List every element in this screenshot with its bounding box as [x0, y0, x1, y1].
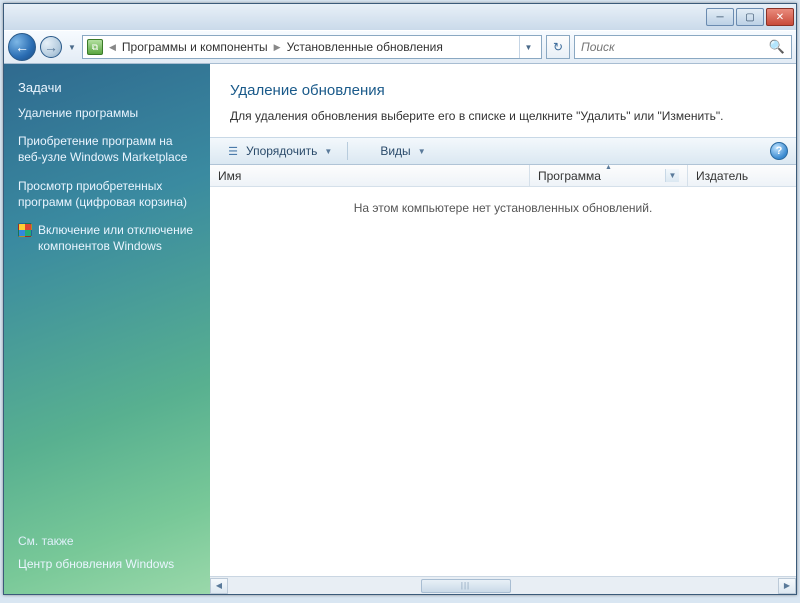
command-bar: Упорядочить ▼ Виды ▼ ? [210, 137, 796, 165]
scroll-track[interactable]: ||| [228, 578, 778, 594]
page-title: Удаление обновления [230, 82, 776, 99]
page-instruction: Для удаления обновления выберите его в с… [230, 109, 776, 123]
views-button[interactable]: Виды ▼ [356, 141, 432, 161]
column-header-name[interactable]: Имя [210, 165, 530, 186]
search-icon: 🔍 [769, 39, 785, 55]
control-panel-window: ─ ▢ ✕ ← → ▼ ⧉ ◀ Программы и компоненты ▶… [3, 3, 797, 595]
column-header-row: Имя ▲ Программа ▼ Издатель [210, 165, 796, 187]
organize-icon [225, 143, 241, 159]
sidebar-link-windows-features[interactable]: Включение или отключение компонентов Win… [38, 222, 196, 254]
views-icon [363, 145, 375, 157]
address-bar[interactable]: ⧉ ◀ Программы и компоненты ▶ Установленн… [82, 35, 542, 59]
arrow-left-icon: ← [15, 39, 29, 55]
see-also-heading: См. также [18, 534, 196, 548]
help-button[interactable]: ? [770, 142, 788, 160]
empty-list-message: На этом компьютере нет установленных обн… [354, 201, 653, 215]
scroll-left-button[interactable]: ◀ [210, 578, 228, 594]
main-pane: Удаление обновления Для удаления обновле… [210, 64, 796, 594]
toolbar-separator [347, 142, 348, 160]
sort-indicator-icon: ▲ [605, 164, 612, 171]
tasks-sidebar: Задачи Удаление программы Приобретение п… [4, 64, 210, 594]
chevron-down-icon: ▼ [324, 147, 332, 156]
search-input[interactable] [581, 40, 769, 54]
navigation-bar: ← → ▼ ⧉ ◀ Программы и компоненты ▶ Устан… [4, 30, 796, 64]
horizontal-scrollbar[interactable]: ◀ ||| ▶ [210, 576, 796, 594]
refresh-button[interactable]: ↻ [546, 35, 570, 59]
programs-icon: ⧉ [87, 39, 103, 55]
close-button[interactable]: ✕ [766, 8, 794, 26]
nav-history-dropdown[interactable]: ▼ [66, 36, 78, 58]
sidebar-link-windows-update[interactable]: Центр обновления Windows [18, 556, 196, 572]
maximize-button[interactable]: ▢ [736, 8, 764, 26]
tasks-heading: Задачи [18, 80, 196, 95]
column-filter-dropdown[interactable]: ▼ [665, 169, 679, 182]
chevron-right-icon: ▶ [274, 42, 281, 53]
search-box[interactable]: 🔍 [574, 35, 792, 59]
column-header-publisher[interactable]: Издатель [688, 165, 796, 186]
organize-label: Упорядочить [246, 144, 317, 158]
arrow-right-icon: → [44, 39, 58, 55]
sidebar-link-uninstall-program[interactable]: Удаление программы [18, 105, 196, 121]
breadcrumb-level2[interactable]: Установленные обновления [287, 40, 443, 54]
column-header-program[interactable]: ▲ Программа ▼ [530, 165, 688, 186]
minimize-button[interactable]: ─ [706, 8, 734, 26]
shield-icon [18, 223, 32, 237]
views-label: Виды [380, 144, 410, 158]
updates-list: На этом компьютере нет установленных обн… [210, 187, 796, 576]
forward-button[interactable]: → [40, 36, 62, 58]
scroll-right-button[interactable]: ▶ [778, 578, 796, 594]
refresh-icon: ↻ [553, 40, 563, 54]
organize-button[interactable]: Упорядочить ▼ [218, 140, 339, 162]
chevron-down-icon: ▼ [418, 147, 426, 156]
sidebar-link-digital-locker[interactable]: Просмотр приобретенных программ (цифрова… [18, 178, 196, 210]
chevron-left-icon: ◀ [109, 42, 116, 53]
sidebar-link-marketplace[interactable]: Приобретение программ на веб-узле Window… [18, 133, 196, 165]
address-dropdown[interactable]: ▼ [519, 36, 537, 58]
back-button[interactable]: ← [8, 33, 36, 61]
scroll-thumb[interactable]: ||| [421, 579, 511, 593]
breadcrumb-level1[interactable]: Программы и компоненты [122, 40, 268, 54]
titlebar: ─ ▢ ✕ [4, 4, 796, 30]
